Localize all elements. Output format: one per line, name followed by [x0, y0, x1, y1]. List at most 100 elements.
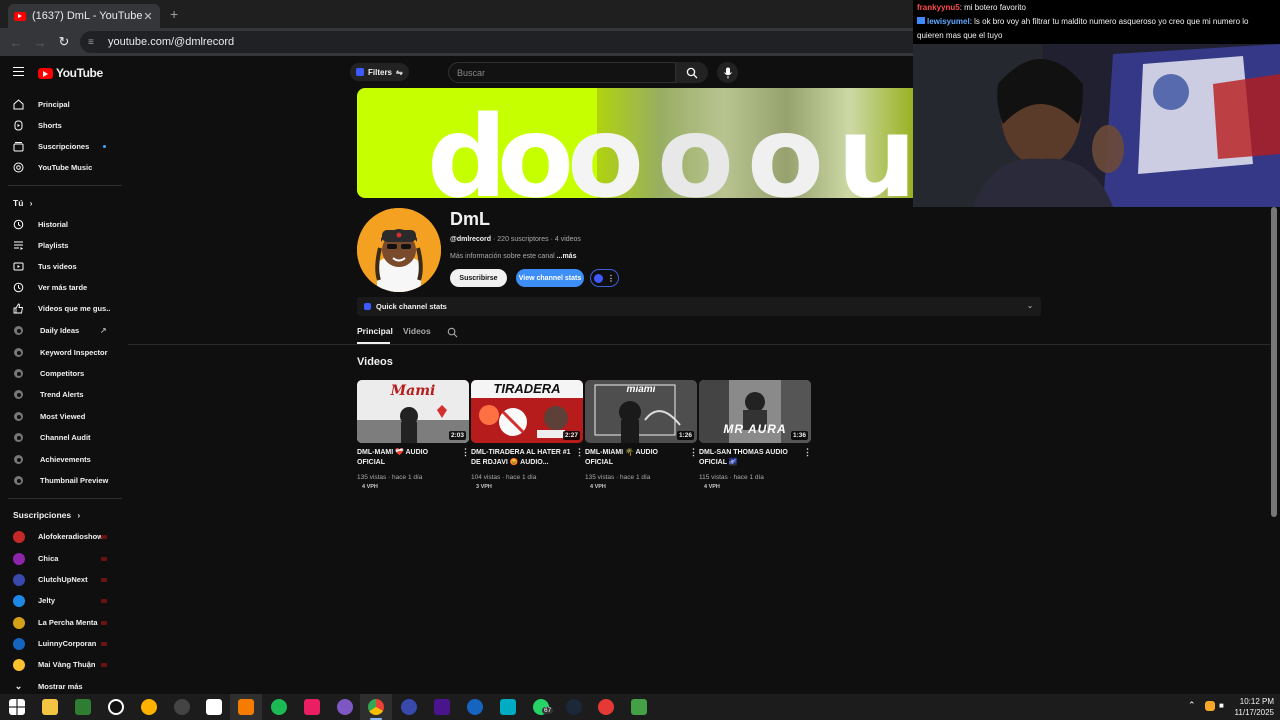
more-vert-icon[interactable]: ⋮ [803, 447, 812, 458]
filters-button[interactable]: Filters ⇋ [350, 63, 409, 81]
video-title[interactable]: DML-MIAMI 🌴 AUDIO OFICIAL [585, 448, 685, 468]
sidebar-item-youtube-music[interactable]: YouTube Music [0, 157, 122, 178]
extension-menu-button[interactable]: ⋮ [590, 269, 619, 287]
more-link[interactable]: ...más [555, 253, 577, 260]
sidebar-item-keyword-inspector[interactable]: Keyword Inspector [0, 342, 122, 363]
video-title[interactable]: DML-TIRADERA AL HATER #1 DE RDJAVI 😡 AUD… [471, 448, 571, 468]
file-explorer-icon[interactable] [42, 699, 58, 715]
extension-icon [14, 412, 23, 421]
app-icon[interactable] [75, 699, 91, 715]
app-icon[interactable] [238, 699, 254, 715]
page-scrollbar[interactable] [1271, 207, 1277, 517]
youtube-favicon-icon [14, 11, 26, 21]
quick-channel-stats[interactable]: Quick channel stats ⌄ [357, 297, 1041, 316]
channel-avatar[interactable] [357, 208, 441, 292]
capcut-icon[interactable] [206, 699, 222, 715]
tab-close-icon[interactable]: ✕ [142, 10, 154, 23]
site-info-icon[interactable]: ≡ [88, 37, 100, 48]
video-card[interactable]: TIRADERA 2:27 DML-TIRADERA AL HATER #1 D… [471, 380, 584, 490]
sidebar-item-label: Chica [38, 554, 59, 563]
subscribe-button[interactable]: Suscribirse [450, 269, 507, 287]
sidebar-subscription[interactable]: LuinnyCorporan [0, 633, 122, 654]
sidebar-you-header[interactable]: Tú › [13, 198, 32, 208]
tab-videos[interactable]: Videos [403, 326, 431, 336]
video-thumbnail[interactable]: MR AURA 1:36 [699, 380, 811, 443]
spotify-icon[interactable] [271, 699, 287, 715]
obs-icon[interactable] [108, 699, 124, 715]
windows-start-icon[interactable] [9, 699, 25, 715]
menu-icon[interactable] [13, 67, 24, 76]
sidebar-item-trend-alerts[interactable]: Trend Alerts [0, 384, 122, 405]
app-icon[interactable] [141, 699, 157, 715]
sidebar-subscription[interactable]: Mai Vàng Thuận [0, 654, 122, 675]
video-card[interactable]: Mami 2:03 DML-MAMI ❤️‍🩹 AUDIO OFICIAL ⋮ … [357, 380, 470, 490]
app-icon[interactable] [174, 699, 190, 715]
sidebar-item-achievements[interactable]: Achievements [0, 449, 122, 470]
view-channel-stats-button[interactable]: View channel stats [516, 269, 584, 287]
chevron-up-icon[interactable]: ⌃ [1188, 700, 1196, 711]
video-card[interactable]: miami 1:26 DML-MIAMI 🌴 AUDIO OFICIAL ⋮ 1… [585, 380, 698, 490]
sidebar-item-competitors[interactable]: Competitors [0, 363, 122, 384]
sidebar-item-ver-mas-tarde[interactable]: Ver más tarde [0, 277, 122, 298]
youtube-logo[interactable]: YouTube [38, 66, 103, 80]
more-vert-icon[interactable]: ⋮ [461, 447, 470, 458]
voice-search-button[interactable] [717, 62, 738, 83]
chrome-icon[interactable] [368, 699, 384, 715]
sidebar-item-tus-videos[interactable]: Tus videos [0, 256, 122, 277]
sidebar-subscription[interactable]: Chica [0, 548, 122, 569]
back-arrow-icon[interactable]: ← [4, 35, 28, 50]
sidebar-subscription[interactable]: La Percha Menta [0, 612, 122, 633]
reload-icon[interactable]: ↻ [52, 34, 76, 50]
sidebar: Principal Shorts Suscripciones YouTube M… [0, 88, 122, 694]
history-icon [13, 219, 24, 230]
video-thumbnail[interactable]: TIRADERA 2:27 [471, 380, 583, 443]
more-vert-icon[interactable]: ⋮ [689, 447, 698, 458]
sidebar-item-principal[interactable]: Principal [0, 94, 122, 115]
subscriptions-icon [13, 141, 24, 152]
sidebar-item-playlists[interactable]: Playlists [0, 235, 122, 256]
video-thumbnail[interactable]: miami 1:26 [585, 380, 697, 443]
browser-tab[interactable]: (1637) DmL - YouTube ✕ [8, 4, 160, 28]
app-icon[interactable] [401, 699, 417, 715]
sidebar-item-most-viewed[interactable]: Most Viewed [0, 406, 122, 427]
video-thumbnail[interactable]: Mami 2:03 [357, 380, 469, 443]
sidebar-subscription[interactable]: Jelty [0, 590, 122, 611]
sidebar-item-suscripciones[interactable]: Suscripciones [0, 136, 122, 157]
video-card[interactable]: MR AURA 1:36 DML-SAN THOMAS AUDIO OFICIA… [699, 380, 812, 490]
sidebar-item-label: Alofokeradioshow [38, 532, 104, 541]
search-button[interactable] [676, 62, 708, 83]
sidebar-item-label: Mai Vàng Thuận [38, 660, 96, 669]
more-vert-icon[interactable]: ⋮ [575, 447, 584, 458]
avatar [13, 616, 25, 629]
sidebar-subscription[interactable]: Alofokeradioshow [0, 526, 122, 547]
app-icon[interactable] [500, 699, 516, 715]
sidebar-item-historial[interactable]: Historial [0, 214, 122, 235]
search-input[interactable]: Buscar [448, 62, 676, 83]
tab-principal[interactable]: Principal [357, 326, 393, 336]
sidebar-item-channel-audit[interactable]: Channel Audit [0, 427, 122, 448]
tray-app-icon[interactable] [1205, 701, 1215, 711]
chat-message: frankyynu5: mi botero favorito [917, 1, 1276, 15]
video-title[interactable]: DML-SAN THOMAS AUDIO OFICIAL 🌌 [699, 448, 799, 468]
sidebar-subscription[interactable]: ClutchUpNext [0, 569, 122, 590]
channel-search-icon[interactable] [447, 325, 458, 343]
tiktok-icon[interactable] [304, 699, 320, 715]
minecraft-icon[interactable] [631, 699, 647, 715]
app-icon[interactable] [434, 699, 450, 715]
new-tab-button[interactable]: + [170, 6, 178, 22]
app-icon[interactable] [337, 699, 353, 715]
app-icon[interactable] [598, 699, 614, 715]
sidebar-subscriptions-header[interactable]: Suscripciones › [13, 510, 80, 520]
steam-icon[interactable] [566, 699, 582, 715]
system-clock[interactable]: 10:12 PM 11/17/2025 [1234, 696, 1274, 718]
sidebar-item-liked-videos[interactable]: Videos que me gus... [0, 298, 122, 319]
sidebar-item-thumbnail-preview[interactable]: Thumbnail Preview [0, 470, 122, 491]
sidebar-item-daily-ideas[interactable]: Daily Ideas ↗ [0, 320, 122, 341]
notification-badge: 67 [542, 707, 554, 714]
wifi-icon[interactable]: ■ [1219, 701, 1224, 710]
forward-arrow-icon[interactable]: → [28, 35, 52, 50]
video-title[interactable]: DML-MAMI ❤️‍🩹 AUDIO OFICIAL [357, 448, 457, 468]
4k-icon[interactable] [467, 699, 483, 715]
sidebar-item-shorts[interactable]: Shorts [0, 115, 122, 136]
channel-more-info[interactable]: Más información sobre este canal ...más [450, 253, 576, 260]
